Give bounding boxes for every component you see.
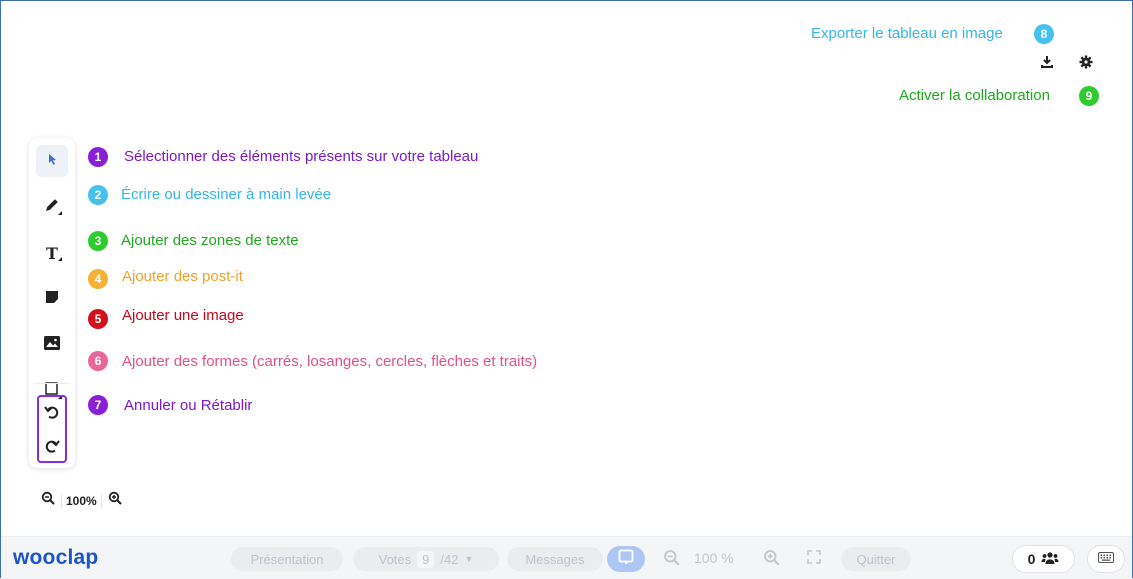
text-tool-icon: T (46, 243, 58, 263)
annotation-export-label: Exporter le tableau en image (811, 25, 1003, 42)
zoom-out-icon[interactable] (41, 491, 55, 510)
image-icon (44, 335, 60, 355)
annotation-text-label: Ajouter des zones de texte (121, 232, 299, 249)
badge-6: 6 (88, 351, 108, 371)
pen-tool-button[interactable] (36, 191, 68, 223)
wooclap-logo: wooclap (13, 546, 99, 569)
image-tool-button[interactable] (36, 329, 68, 361)
whiteboard-button[interactable] (607, 546, 645, 572)
badge-9: 9 (1079, 86, 1099, 106)
votes-label: Votes (378, 551, 412, 567)
badge-7: 7 (88, 395, 108, 415)
votes-total: /42 (440, 551, 459, 567)
annotation-image-label: Ajouter une image (122, 307, 244, 324)
participants-count: 0 (1027, 551, 1036, 567)
caret-down-icon: ▼ (464, 554, 474, 564)
redo-button[interactable] (43, 437, 61, 455)
presentation-button[interactable]: Présentation (231, 547, 343, 571)
quit-button[interactable]: Quitter (841, 547, 911, 571)
select-arrow-icon (45, 152, 59, 171)
settings-gear-icon[interactable] (1078, 54, 1094, 70)
badge-3: 3 (88, 231, 108, 251)
annotation-draw-label: Écrire ou dessiner à main levée (121, 186, 332, 203)
select-tool-button[interactable] (36, 145, 68, 177)
sticky-note-icon (46, 290, 58, 308)
sticky-note-tool-button[interactable] (36, 283, 68, 315)
people-icon (1041, 551, 1059, 568)
undo-redo-highlight (37, 395, 67, 463)
participants-button[interactable]: 0 (1012, 545, 1075, 573)
quit-label: Quitter (856, 551, 896, 567)
bottom-zoom-in-icon[interactable] (763, 549, 780, 571)
keyboard-button[interactable] (1087, 545, 1125, 573)
annotation-undo-label: Annuler ou Rétablir (124, 397, 253, 414)
fullscreen-icon[interactable] (807, 550, 821, 569)
annotation-postit-label: Ajouter des post-it (122, 268, 243, 285)
undo-button[interactable] (43, 403, 61, 421)
download-icon[interactable] (1039, 54, 1055, 70)
zoom-controls: 100% (41, 491, 122, 510)
messages-button[interactable]: Messages (507, 547, 603, 571)
badge-1: 1 (88, 147, 108, 167)
whiteboard-icon (618, 549, 634, 570)
bottom-bar: wooclap Présentation Votes 9 /42 ▼ Messa… (1, 536, 1132, 579)
badge-4: 4 (88, 269, 108, 289)
bottom-zoom-out-icon[interactable] (663, 549, 680, 571)
votes-button[interactable]: Votes 9 /42 ▼ (353, 547, 499, 571)
redo-icon (43, 440, 61, 459)
messages-label: Messages (525, 551, 585, 567)
undo-icon (43, 406, 61, 425)
toolbar-divider (35, 383, 69, 384)
zoom-value: 100% (61, 493, 102, 508)
keyboard-icon (1098, 550, 1114, 568)
votes-current: 9 (417, 550, 435, 568)
board-frame: Exporter le tableau en image 8 Activer l… (0, 0, 1133, 579)
annotation-select-label: Sélectionner des éléments présents sur v… (124, 148, 479, 165)
presentation-label: Présentation (250, 551, 324, 567)
text-tool-button[interactable]: T (36, 237, 68, 269)
zoom-in-icon[interactable] (108, 491, 122, 510)
annotation-shapes-label: Ajouter des formes (carrés, losanges, ce… (122, 353, 538, 370)
badge-8: 8 (1034, 24, 1054, 44)
badge-5: 5 (88, 309, 108, 329)
annotation-collaboration-label: Activer la collaboration (899, 87, 1050, 104)
badge-2: 2 (88, 185, 108, 205)
bottom-zoom-value: 100 % (694, 550, 734, 566)
